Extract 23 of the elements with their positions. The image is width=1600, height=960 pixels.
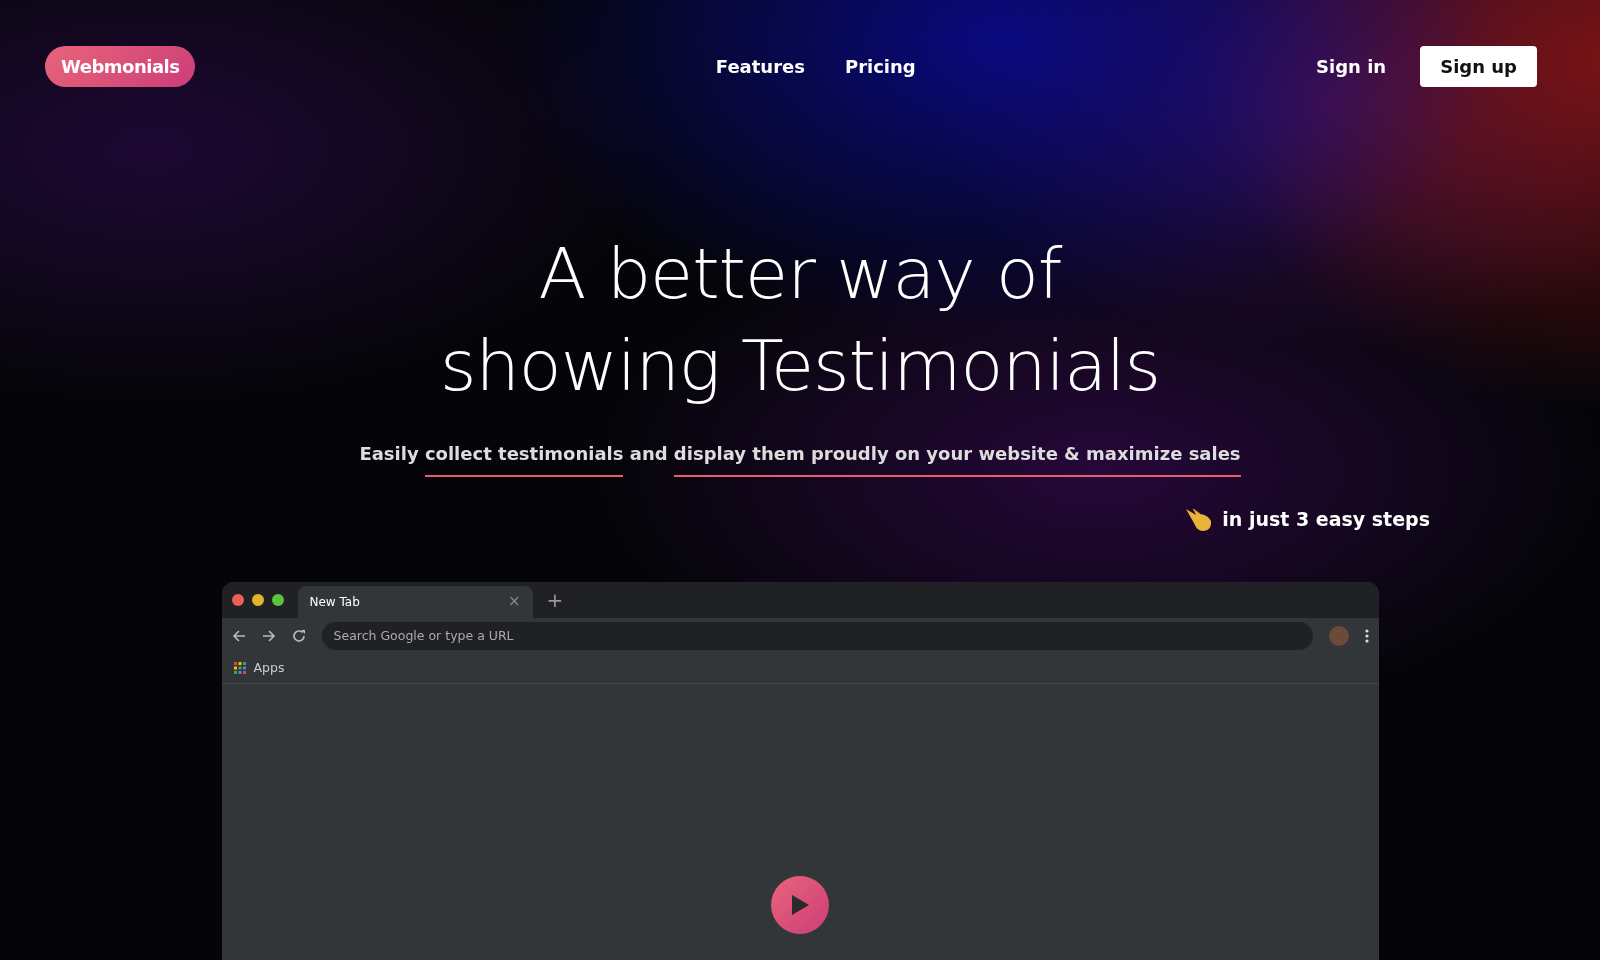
bookmark[interactable]: Apps xyxy=(233,658,285,678)
nav-link[interactable]: Features xyxy=(715,52,805,80)
sign-in-link[interactable]: Sign in xyxy=(1316,52,1387,80)
reload-icon xyxy=(291,628,306,643)
minimize-window-icon[interactable] xyxy=(251,593,264,606)
browser-tab[interactable]: New Tab × xyxy=(297,585,533,618)
address-bar[interactable]: Search Google or type a URL xyxy=(321,621,1313,650)
nav-link[interactable]: Pricing xyxy=(844,52,916,80)
logo[interactable]: Webmonials xyxy=(45,45,196,87)
play-icon xyxy=(790,893,810,916)
new-tab-button[interactable]: + xyxy=(546,584,564,615)
back-icon xyxy=(231,628,246,643)
headline: A better way of showing Testimonials xyxy=(439,232,1161,409)
avatar xyxy=(1328,625,1349,646)
forward-icon xyxy=(261,628,276,643)
more-menu-icon xyxy=(1364,628,1369,643)
close-window-icon[interactable] xyxy=(231,593,244,606)
subtitle: Easily collect testimonials and display them proudly on your website & maximize sales xyxy=(0,440,1600,477)
maximize-window-icon[interactable] xyxy=(271,593,284,606)
steps-note: in just 3 easy steps xyxy=(1222,507,1430,532)
apps-grid-icon xyxy=(233,662,246,674)
play-button[interactable] xyxy=(771,875,829,934)
sign-up-button[interactable]: Sign up xyxy=(1420,45,1537,87)
